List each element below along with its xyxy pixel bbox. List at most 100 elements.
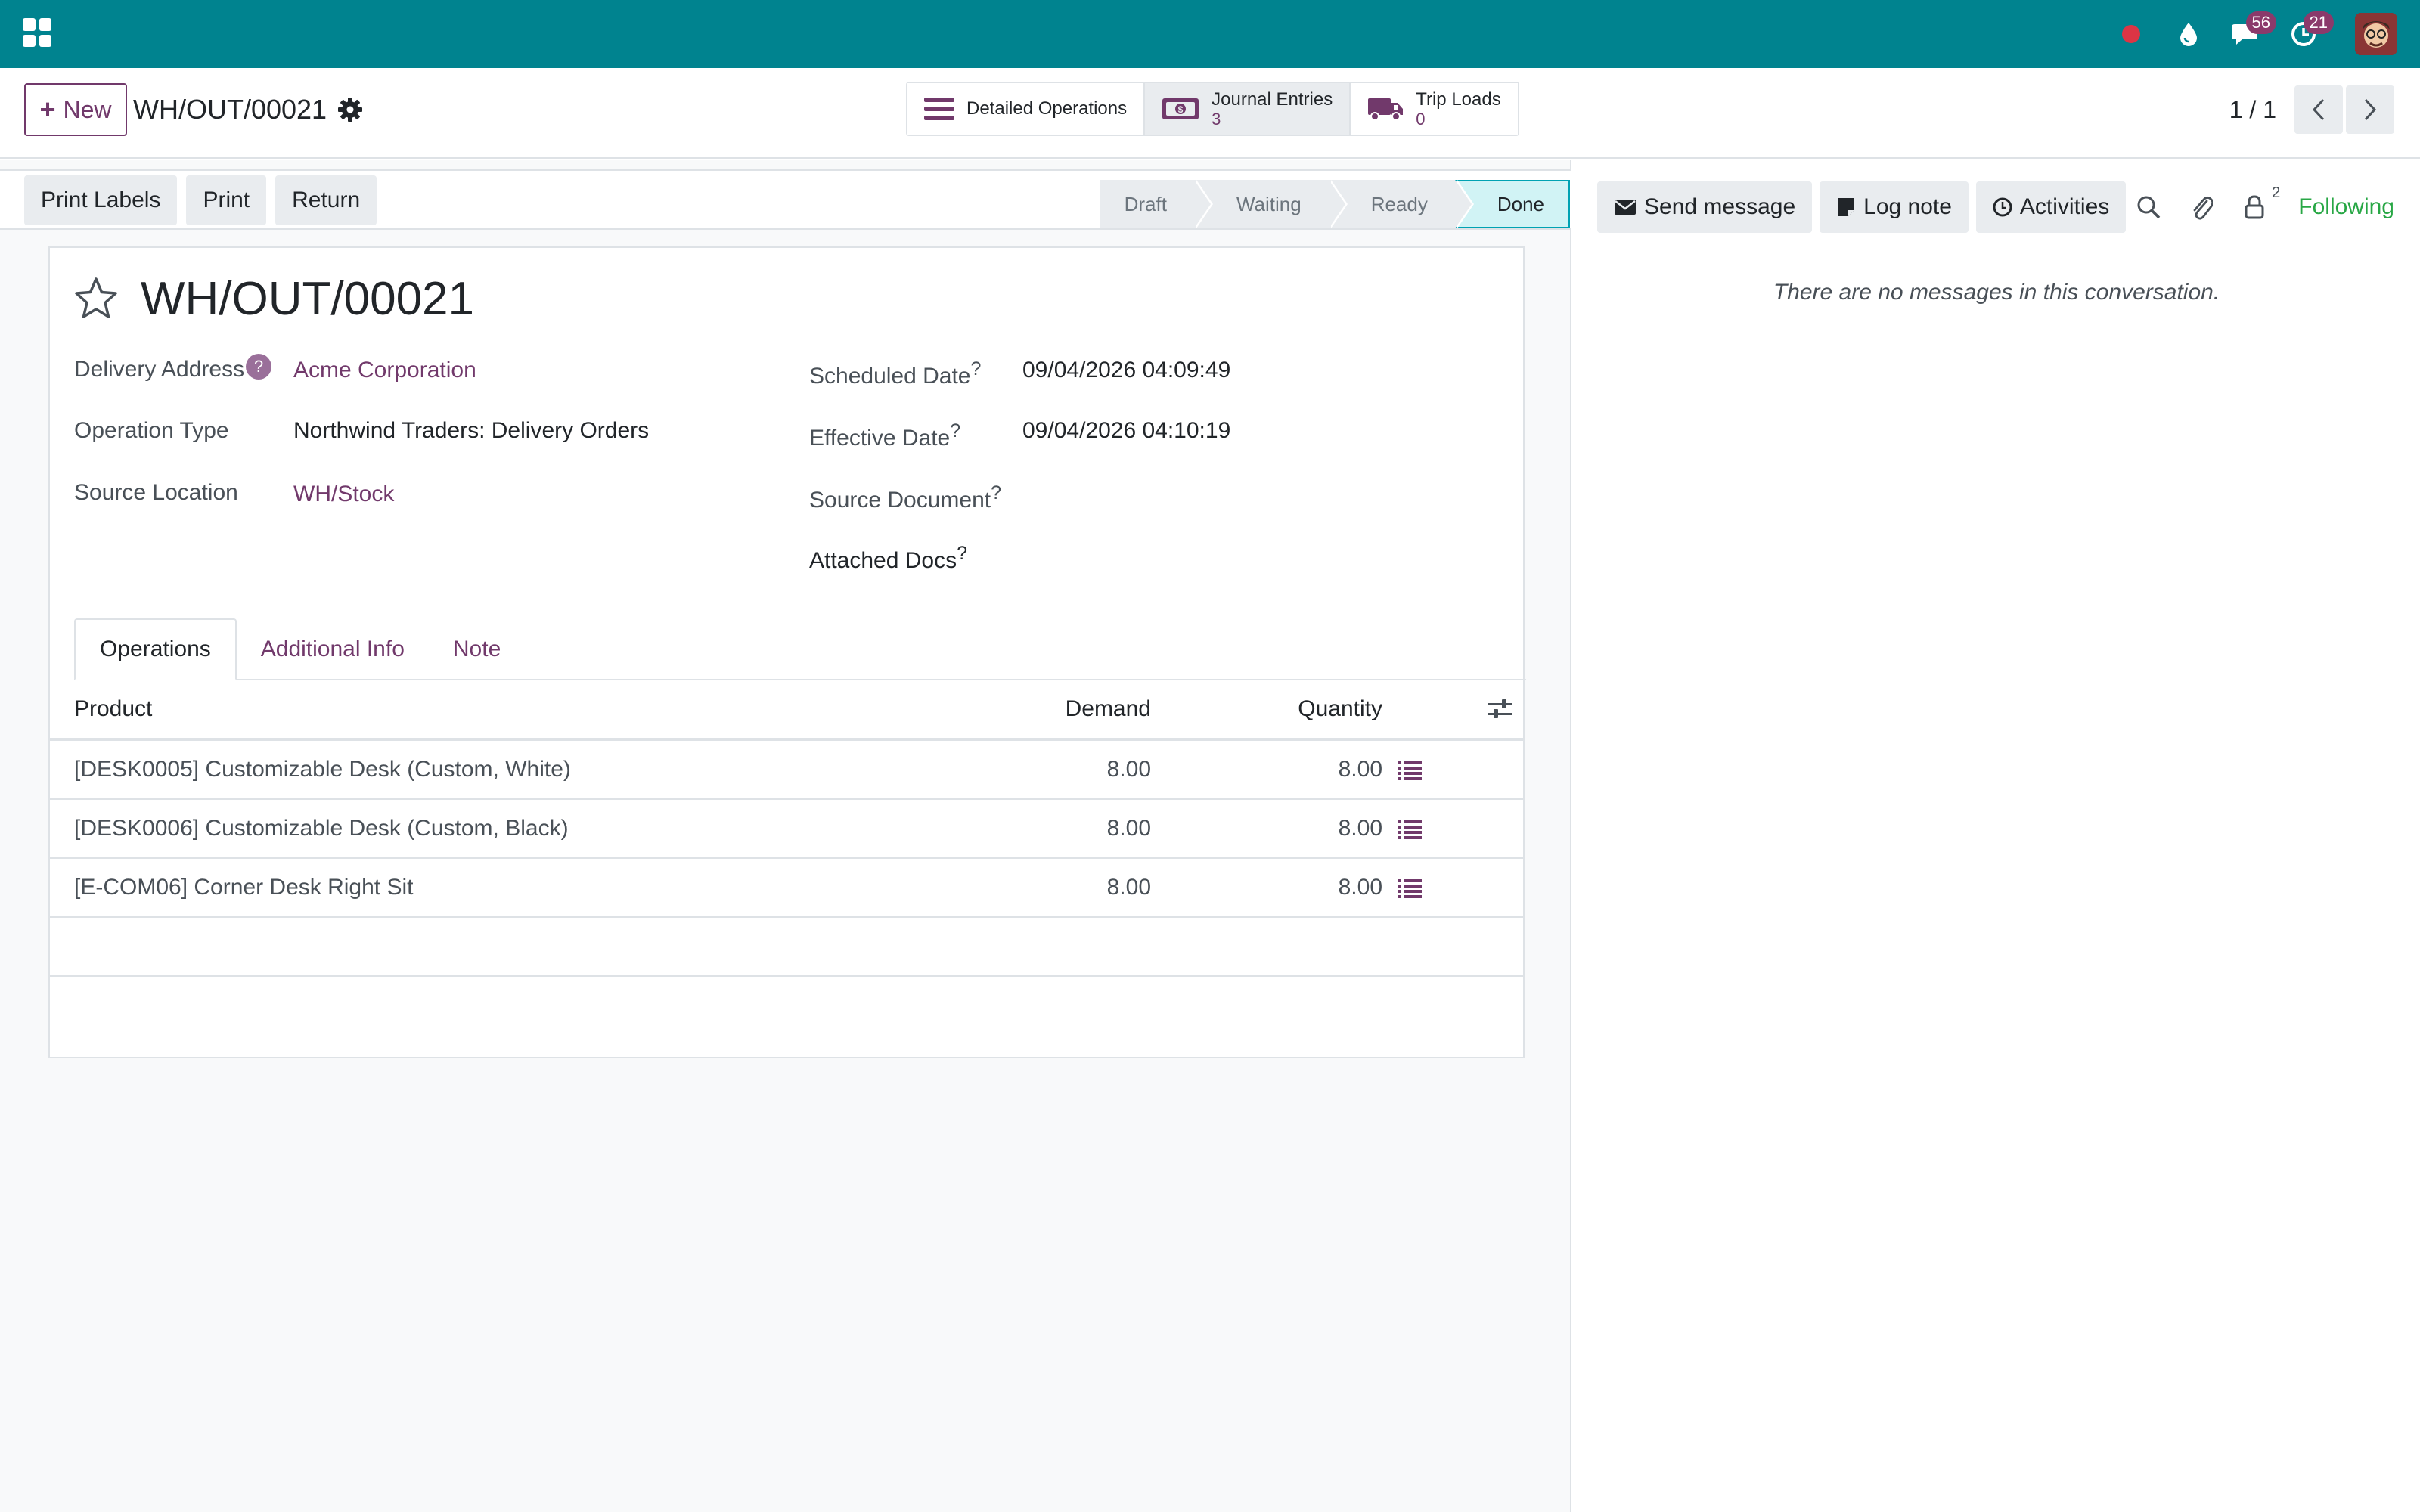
- pager-previous-button[interactable]: [2294, 85, 2343, 134]
- messages-icon[interactable]: 56: [2228, 11, 2276, 52]
- activities-badge: 21: [2303, 11, 2334, 34]
- trip-loads-label: Trip Loads: [1416, 89, 1501, 110]
- row-quantity: 8.00: [1338, 875, 1382, 900]
- top-navbar: 56 21: [0, 0, 2420, 68]
- table-row[interactable]: [E-COM06] Corner Desk Right Sit 8.00 8.0…: [50, 859, 1523, 918]
- effective-date-label: Effective Date: [809, 426, 951, 451]
- sticky-note-icon: [1838, 198, 1855, 216]
- row-demand: 8.00: [1106, 816, 1151, 841]
- chatter-tools: 2 Following: [2133, 181, 2394, 233]
- stage-done-label: Done: [1497, 192, 1544, 215]
- chevron-left-icon: [2312, 98, 2325, 121]
- scheduled-date-value[interactable]: 09/04/2026 04:09:49: [1022, 355, 1230, 386]
- journal-entries-button[interactable]: $ Journal Entries 3: [1145, 83, 1351, 135]
- trip-loads-button[interactable]: Trip Loads 0: [1351, 83, 1518, 135]
- effective-date-help-icon[interactable]: ?: [950, 420, 960, 442]
- row-quantity: 8.00: [1338, 816, 1382, 841]
- user-avatar[interactable]: [2355, 13, 2397, 55]
- stage-ready[interactable]: Ready: [1328, 180, 1475, 228]
- detailed-operations-list-icon[interactable]: [1398, 741, 1422, 798]
- table-row[interactable]: [DESK0005] Customizable Desk (Custom, Wh…: [50, 741, 1523, 800]
- apps-grid-icon[interactable]: [23, 18, 51, 47]
- source-location-value[interactable]: WH/Stock: [293, 479, 394, 510]
- form-tabs: Operations Additional Info Note: [74, 618, 1526, 680]
- effective-date-field-label: Effective Date?: [809, 416, 960, 454]
- effective-date-value[interactable]: 09/04/2026 04:10:19: [1022, 416, 1230, 446]
- navbar-systray: 56 21: [2113, 0, 2397, 68]
- star-icon[interactable]: [73, 275, 119, 322]
- delivery-address-label: Delivery Address: [74, 357, 245, 382]
- tab-additional-info[interactable]: Additional Info: [237, 618, 429, 680]
- svg-text:$: $: [1178, 104, 1184, 115]
- column-demand[interactable]: Demand: [1066, 680, 1151, 738]
- chatter-pane: Send message Log note Activities 2 Follo…: [1573, 160, 2420, 1512]
- activities-button[interactable]: Activities: [1975, 181, 2127, 233]
- empty-table-row: [50, 977, 1523, 1051]
- list-bars-icon: [924, 98, 954, 120]
- detailed-operations-button[interactable]: Detailed Operations: [908, 83, 1146, 135]
- table-row[interactable]: [DESK0006] Customizable Desk (Custom, Bl…: [50, 800, 1523, 859]
- pager-next-button[interactable]: [2346, 85, 2394, 134]
- operations-table: Product Demand Quantity [DESK0005] Custo…: [50, 680, 1523, 1051]
- log-note-button[interactable]: Log note: [1820, 181, 1969, 233]
- print-labels-button[interactable]: Print Labels: [24, 175, 178, 225]
- new-button[interactable]: + New: [24, 83, 127, 136]
- plus-icon: +: [39, 94, 56, 125]
- delivery-address-value[interactable]: Acme Corporation: [293, 355, 476, 386]
- column-quantity[interactable]: Quantity: [1298, 680, 1382, 738]
- form-pane: Print Labels Print Return Draft Waiting …: [0, 160, 1571, 1512]
- truck-icon: [1368, 98, 1404, 121]
- scheduled-date-field-label: Scheduled Date?: [809, 354, 981, 392]
- record-status-dot-icon[interactable]: [2113, 16, 2149, 52]
- detailed-operations-list-icon[interactable]: [1398, 800, 1422, 857]
- detailed-operations-list-icon[interactable]: [1398, 859, 1422, 916]
- messages-badge: 56: [2245, 11, 2276, 34]
- stage-waiting[interactable]: Waiting: [1193, 180, 1348, 228]
- delivery-address-field-label: Delivery Address?: [74, 354, 272, 385]
- send-message-button[interactable]: Send message: [1597, 181, 1813, 233]
- tab-operations[interactable]: Operations: [74, 618, 237, 680]
- trip-loads-count: 0: [1416, 110, 1426, 129]
- money-bill-icon: $: [1162, 98, 1199, 119]
- optional-columns-icon[interactable]: [1487, 680, 1514, 738]
- activities-label: Activities: [2019, 194, 2110, 219]
- gear-icon[interactable]: [336, 95, 365, 124]
- journal-entries-count: 3: [1212, 110, 1221, 129]
- tab-note[interactable]: Note: [429, 618, 525, 680]
- clock-icon: [1993, 197, 2012, 217]
- column-product[interactable]: Product: [74, 680, 152, 738]
- log-note-label: Log note: [1863, 194, 1952, 219]
- help-icon[interactable]: ?: [246, 354, 272, 380]
- chatter-topbar: Send message Log note Activities: [1597, 181, 2127, 233]
- record-title: WH/OUT/00021: [141, 273, 475, 325]
- stage-draft[interactable]: Draft: [1100, 180, 1214, 228]
- print-button[interactable]: Print: [186, 175, 267, 225]
- followers-lock-icon[interactable]: 2: [2239, 184, 2280, 222]
- source-document-field-label: Source Document?: [809, 478, 1001, 516]
- pager-value[interactable]: 1 / 1: [2229, 96, 2276, 124]
- attached-docs-help-icon[interactable]: ?: [957, 543, 967, 564]
- status-stages: Draft Waiting Ready Done: [1100, 180, 1570, 228]
- journal-entries-label: Journal Entries: [1212, 89, 1333, 110]
- form-sheet: WH/OUT/00021 Delivery Address? Acme Corp…: [48, 246, 1526, 1058]
- operation-type-value[interactable]: Northwind Traders: Delivery Orders: [293, 416, 649, 446]
- new-button-label: New: [63, 95, 112, 123]
- attached-docs-field-label: Attached Docs?: [809, 538, 967, 576]
- drop-icon[interactable]: [2170, 16, 2207, 52]
- scheduled-date-help-icon[interactable]: ?: [971, 358, 982, 380]
- empty-table-row: [50, 918, 1523, 977]
- activities-clock-icon[interactable]: 21: [2285, 11, 2334, 52]
- attached-docs-label: Attached Docs: [809, 548, 957, 573]
- return-button[interactable]: Return: [275, 175, 377, 225]
- row-quantity: 8.00: [1338, 757, 1382, 782]
- search-icon[interactable]: [2133, 192, 2164, 222]
- empty-conversation-text: There are no messages in this conversati…: [1773, 280, 2220, 305]
- envelope-icon: [1615, 200, 1636, 215]
- source-document-help-icon[interactable]: ?: [991, 482, 1001, 503]
- source-location-label: Source Location: [74, 480, 238, 505]
- source-document-label: Source Document: [809, 488, 991, 513]
- smart-buttons: Detailed Operations $ Journal Entries 3 …: [906, 82, 1519, 136]
- following-button[interactable]: Following: [2298, 194, 2394, 220]
- paperclip-icon[interactable]: [2186, 192, 2217, 222]
- form-statusbar: Print Labels Print Return Draft Waiting …: [0, 169, 1571, 230]
